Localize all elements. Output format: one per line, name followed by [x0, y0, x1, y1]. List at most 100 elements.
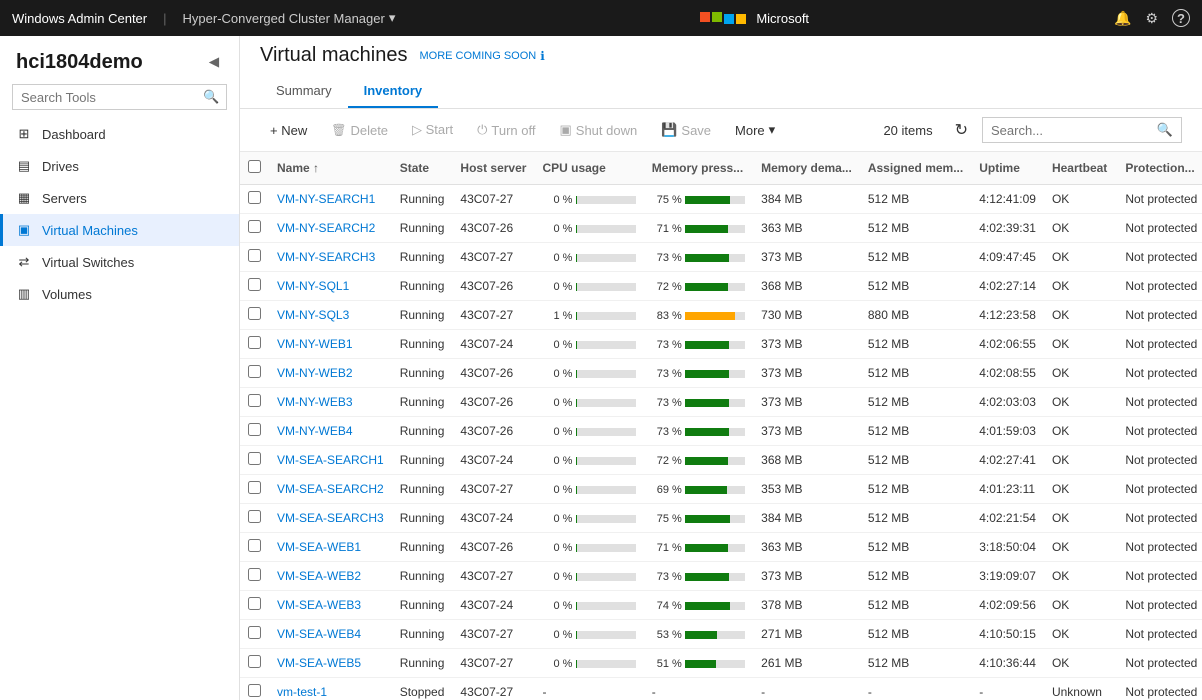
select-all-checkbox[interactable] [248, 160, 261, 173]
vm-protection: Not protected [1117, 533, 1202, 562]
col-cpu-usage[interactable]: CPU usage [534, 152, 643, 185]
col-host-server[interactable]: Host server [452, 152, 534, 185]
delete-button[interactable]: 🗑 Delete [321, 118, 398, 143]
vm-name-link[interactable]: VM-SEA-WEB4 [277, 627, 361, 641]
tab-summary[interactable]: Summary [260, 75, 348, 108]
vm-name-link[interactable]: VM-NY-SEARCH2 [277, 221, 375, 235]
col-state[interactable]: State [392, 152, 453, 185]
sidebar-item-dashboard[interactable]: ⊞ Dashboard [0, 118, 239, 150]
start-button[interactable]: ▷ Start [402, 117, 463, 143]
sidebar-item-volumes[interactable]: ▥ Volumes [0, 278, 239, 310]
table-header: Name ↑StateHost serverCPU usageMemory pr… [240, 152, 1202, 185]
row-checkbox[interactable] [248, 278, 261, 291]
turnoff-button[interactable]: ⏻ Turn off [467, 117, 545, 143]
vm-name-link[interactable]: VM-SEA-SEARCH2 [277, 482, 384, 496]
col-assigned-mem---[interactable]: Assigned mem... [860, 152, 971, 185]
sidebar-title: hci1804demo [16, 51, 143, 74]
vm-assigned-mem: 512 MB [860, 243, 971, 272]
col-checkbox[interactable] [240, 152, 269, 185]
vm-uptime: 4:12:41:09 [971, 185, 1044, 214]
vm-name-link[interactable]: VM-SEA-WEB5 [277, 656, 361, 670]
col-protection---[interactable]: Protection... [1117, 152, 1202, 185]
row-checkbox[interactable] [248, 452, 261, 465]
row-checkbox[interactable] [248, 655, 261, 668]
save-icon: 💾 [661, 122, 677, 138]
vm-protection: Not protected [1117, 301, 1202, 330]
vm-uptime: 4:02:09:56 [971, 591, 1044, 620]
row-checkbox[interactable] [248, 191, 261, 204]
notification-icon[interactable] [1114, 10, 1131, 27]
col-memory-dema---[interactable]: Memory dema... [753, 152, 860, 185]
vm-name-link[interactable]: VM-SEA-WEB2 [277, 569, 361, 583]
row-checkbox[interactable] [248, 307, 261, 320]
row-checkbox[interactable] [248, 220, 261, 233]
new-button[interactable]: + New [260, 118, 317, 143]
vm-name-link[interactable]: VM-NY-SEARCH3 [277, 250, 375, 264]
refresh-button[interactable]: ↻ [945, 115, 978, 145]
row-checkbox[interactable] [248, 481, 261, 494]
row-checkbox[interactable] [248, 568, 261, 581]
vm-assigned-mem: 512 MB [860, 620, 971, 649]
row-checkbox[interactable] [248, 249, 261, 262]
table-row: VM-NY-SQL1Running43C07-260 % 72 % 368 MB… [240, 272, 1202, 301]
sidebar-item-servers[interactable]: ▦ Servers [0, 182, 239, 214]
more-coming-soon-badge[interactable]: MORE COMING SOON ℹ [419, 49, 544, 63]
row-checkbox[interactable] [248, 539, 261, 552]
search-input[interactable] [991, 123, 1151, 138]
vm-name-link[interactable]: VM-NY-WEB3 [277, 395, 353, 409]
vm-protection: Not protected [1117, 504, 1202, 533]
row-checkbox[interactable] [248, 684, 261, 697]
vm-host: 43C07-26 [452, 533, 534, 562]
row-checkbox[interactable] [248, 365, 261, 378]
cluster-name[interactable]: Hyper-Converged Cluster Manager ▾ [183, 10, 396, 26]
vm-name-link[interactable]: VM-NY-SEARCH1 [277, 192, 375, 206]
col-uptime[interactable]: Uptime [971, 152, 1044, 185]
vm-name-link[interactable]: VM-NY-SQL3 [277, 308, 349, 322]
vm-name-link[interactable]: vm-test-1 [277, 685, 327, 699]
col-name--[interactable]: Name ↑ [269, 152, 392, 185]
col-memory-press---[interactable]: Memory press... [644, 152, 753, 185]
row-checkbox[interactable] [248, 394, 261, 407]
row-checkbox[interactable] [248, 626, 261, 639]
vm-name-link[interactable]: VM-NY-WEB4 [277, 424, 353, 438]
col-heartbeat[interactable]: Heartbeat [1044, 152, 1117, 185]
vm-cpu: 0 % [534, 330, 643, 359]
shutdown-button[interactable]: ▣ Shut down [549, 117, 647, 143]
vm-protection: Not protected [1117, 649, 1202, 678]
vm-name-link[interactable]: VM-NY-WEB2 [277, 366, 353, 380]
vm-state: Stopped [392, 678, 453, 700]
vm-name-link[interactable]: VM-NY-SQL1 [277, 279, 349, 293]
vm-name-link[interactable]: VM-SEA-SEARCH1 [277, 453, 384, 467]
vm-assigned-mem: 512 MB [860, 330, 971, 359]
vm-mem-pressure: 51 % [644, 649, 753, 678]
vm-name-link[interactable]: VM-SEA-SEARCH3 [277, 511, 384, 525]
vm-host: 43C07-27 [452, 475, 534, 504]
table-row: VM-SEA-WEB2Running43C07-270 % 73 % 373 M… [240, 562, 1202, 591]
sidebar-search-box[interactable]: 🔍 [12, 84, 227, 110]
vm-name-link[interactable]: VM-NY-WEB1 [277, 337, 353, 351]
more-button[interactable]: More ▾ [725, 117, 785, 143]
vm-mem-demand: - [753, 678, 860, 700]
row-checkbox[interactable] [248, 510, 261, 523]
help-icon[interactable] [1172, 9, 1190, 27]
toolbar-search-box[interactable]: 🔍 [982, 117, 1182, 143]
page-title: Virtual machines [260, 44, 407, 67]
settings-icon[interactable] [1145, 10, 1158, 27]
vm-host: 43C07-26 [452, 359, 534, 388]
tab-inventory[interactable]: Inventory [348, 75, 439, 108]
sidebar-item-drives[interactable]: ▤ Drives [0, 150, 239, 182]
vm-heartbeat: OK [1044, 243, 1117, 272]
sidebar-item-virtual-switches[interactable]: ⇄ Virtual Switches [0, 246, 239, 278]
vm-protection: Not protected [1117, 359, 1202, 388]
row-checkbox[interactable] [248, 597, 261, 610]
vm-cpu: 0 % [534, 620, 643, 649]
row-checkbox[interactable] [248, 336, 261, 349]
vm-name-link[interactable]: VM-SEA-WEB1 [277, 540, 361, 554]
search-tools-input[interactable] [21, 90, 197, 105]
sidebar-item-virtual-machines[interactable]: ▣ Virtual Machines [0, 214, 239, 246]
vm-assigned-mem: - [860, 678, 971, 700]
save-button[interactable]: 💾 Save [651, 117, 721, 143]
vm-name-link[interactable]: VM-SEA-WEB3 [277, 598, 361, 612]
row-checkbox[interactable] [248, 423, 261, 436]
collapse-sidebar-button[interactable]: ◀ [205, 50, 223, 74]
